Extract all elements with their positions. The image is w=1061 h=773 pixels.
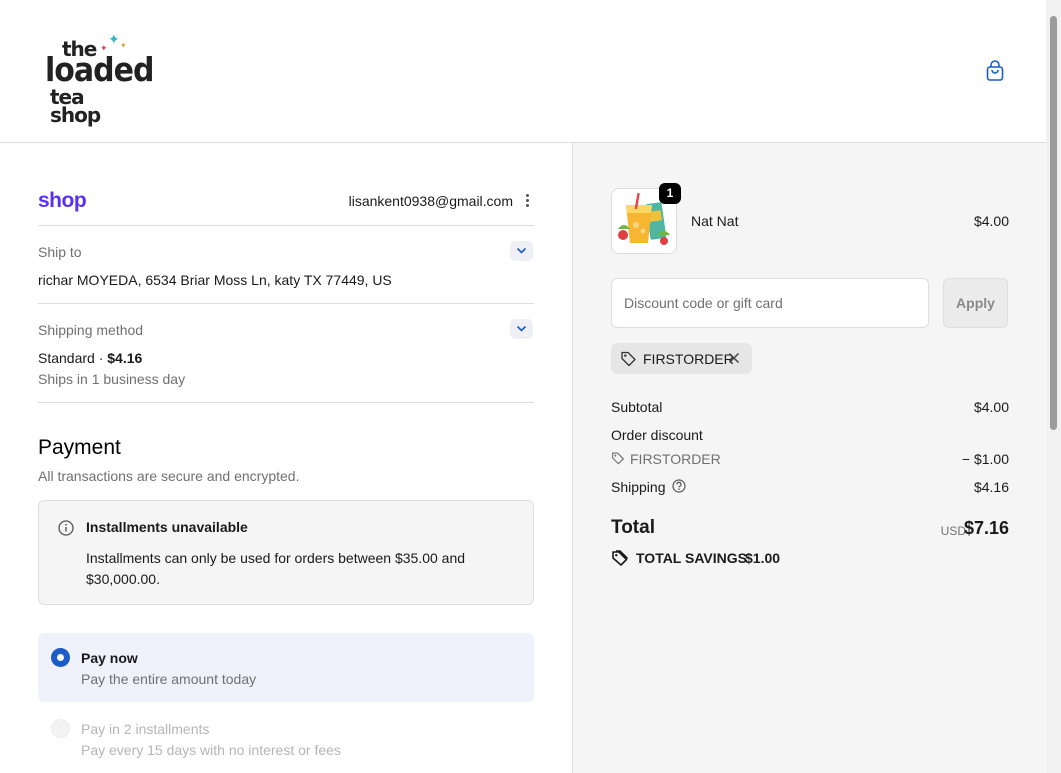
divider [38, 225, 534, 226]
payment-option-installments: Pay in 2 installments Pay every 15 days … [38, 714, 534, 773]
shopping-bag-icon [986, 60, 1004, 81]
installments-notice: Installments unavailable Installments ca… [38, 500, 534, 605]
quantity-badge: 1 [659, 183, 681, 204]
remove-discount-icon[interactable] [728, 352, 740, 364]
order-summary: 1 Nat Nat $4.00 Apply FIRSTORDER Subtota… [572, 143, 1046, 773]
sparkle-icon: ✦ [108, 31, 120, 47]
total-value: $7.16 [963, 518, 1009, 538]
payment-option-pay-now[interactable]: Pay now Pay the entire amount today [38, 633, 534, 702]
tag-icon [612, 452, 624, 465]
radio-disabled [51, 719, 70, 738]
shipping-label: Shipping [611, 479, 666, 495]
sparkle-icon: ✦ [100, 43, 108, 53]
account-menu-button[interactable] [522, 193, 532, 209]
chevron-down-icon [516, 325, 527, 332]
applied-discount-code: FIRSTORDER [643, 351, 734, 367]
order-discount-code: FIRSTORDER [630, 451, 721, 467]
shipping-method-price: $4.16 [107, 350, 143, 366]
apply-discount-button[interactable]: Apply [943, 278, 1008, 328]
header: the loaded tea shop ✦ ✦ ✦ [0, 0, 1046, 143]
savings-value: $1.00 [745, 550, 781, 566]
order-discount-label: Order discount [611, 427, 703, 443]
account-email: lisankent0938@gmail.com [348, 193, 513, 209]
subtotal-value: $4.00 [973, 399, 1009, 415]
logo-line-3: tea shop [50, 85, 101, 127]
tag-icon [621, 351, 636, 367]
chevron-down-icon [516, 247, 527, 254]
help-icon[interactable] [672, 479, 686, 493]
order-discount-value: − $1.00 [961, 451, 1009, 467]
payment-subtitle: All transactions are secure and encrypte… [38, 468, 300, 484]
shipping-method-value: Standard · $4.16 [38, 350, 142, 366]
store-logo[interactable]: the loaded tea shop ✦ ✦ ✦ [44, 31, 154, 125]
divider [38, 303, 534, 304]
shipping-value: $4.16 [973, 479, 1009, 495]
shop-pay-logo: shop [38, 189, 87, 212]
more-dots-icon [525, 199, 529, 202]
payment-option-subtitle: Pay the entire amount today [81, 671, 257, 687]
ship-to-expand-button[interactable] [510, 241, 533, 261]
savings-tag-icon [612, 550, 629, 566]
discount-code-input[interactable] [611, 278, 929, 328]
savings-label: TOTAL SAVINGS [636, 550, 747, 566]
more-dots-icon [525, 194, 529, 197]
total-label: Total [611, 517, 655, 538]
sparkle-icon: ✦ [120, 41, 127, 50]
checkout-main: shop lisankent0938@gmail.com Ship to ric… [0, 143, 572, 773]
payment-option-subtitle: Pay every 15 days with no interest or fe… [81, 742, 341, 758]
payment-option-title: Pay now [81, 650, 138, 666]
product-price: $4.00 [973, 213, 1009, 229]
payment-title: Payment [38, 436, 121, 459]
shipping-method-eta: Ships in 1 business day [38, 371, 186, 387]
scrollbar-thumb[interactable] [1050, 16, 1057, 430]
radio-selected[interactable] [51, 648, 70, 667]
payment-option-title: Pay in 2 installments [81, 721, 210, 737]
product-name: Nat Nat [691, 213, 739, 229]
ship-to-label: Ship to [38, 244, 82, 260]
more-dots-icon [525, 204, 529, 207]
cart-button[interactable] [983, 59, 1009, 85]
divider [38, 402, 534, 403]
applied-discount-chip: FIRSTORDER [611, 343, 752, 374]
shipping-method-expand-button[interactable] [510, 319, 533, 339]
total-currency: USD [940, 524, 966, 538]
subtotal-label: Subtotal [611, 399, 663, 415]
shipping-method-label: Shipping method [38, 322, 144, 338]
page-scrollbar[interactable] [1046, 0, 1061, 773]
ship-to-address: richar MOYEDA, 6534 Briar Moss Ln, katy … [38, 272, 392, 288]
shipping-method-name: Standard · [38, 350, 108, 366]
notice-title: Installments unavailable [86, 519, 248, 535]
notice-body: Installments can only be used for orders… [86, 550, 466, 587]
logo-line-2: loaded [45, 51, 154, 90]
info-icon [58, 520, 74, 536]
